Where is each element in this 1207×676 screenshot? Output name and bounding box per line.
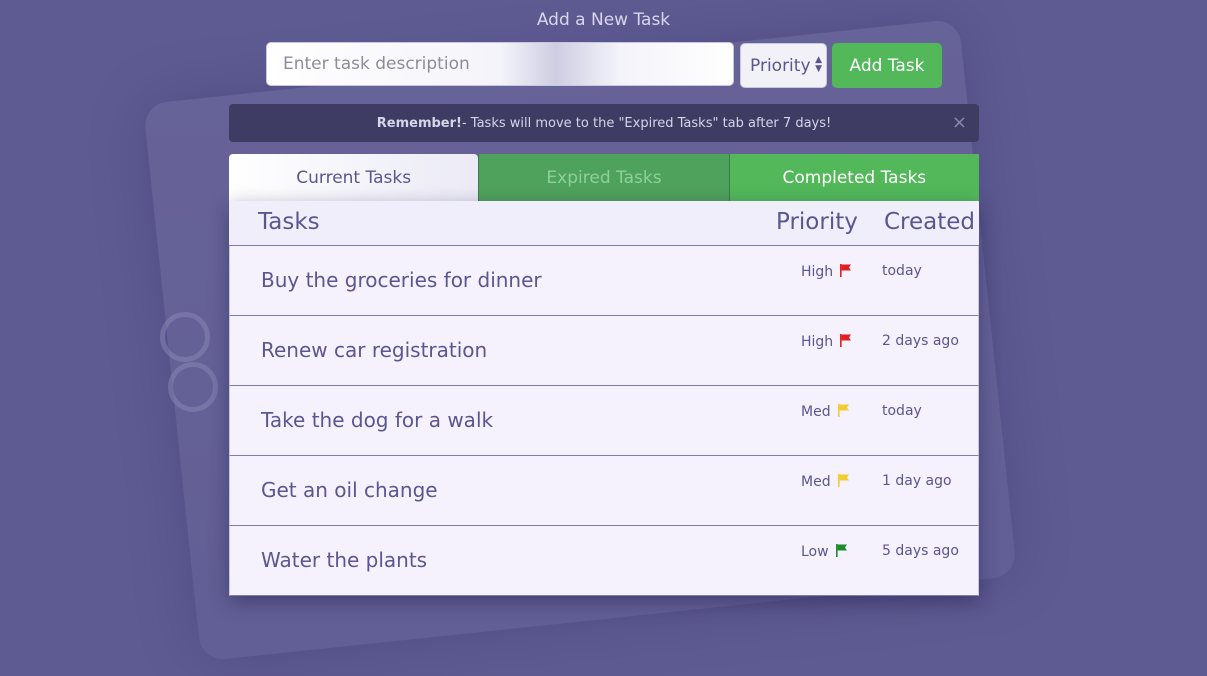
alert-strong-text: Remember! bbox=[376, 115, 462, 131]
table-header: Tasks Priority Created bbox=[229, 201, 979, 246]
flag-icon bbox=[839, 263, 852, 281]
tab-current-tasks[interactable]: Current Tasks bbox=[229, 154, 479, 201]
tab-completed-tasks[interactable]: Completed Tasks bbox=[729, 154, 979, 201]
task-description: Take the dog for a walk bbox=[261, 408, 494, 432]
task-created: 2 days ago bbox=[882, 333, 959, 349]
tab-expired-tasks[interactable]: Expired Tasks bbox=[478, 154, 730, 201]
task-description: Water the plants bbox=[261, 548, 428, 572]
flag-icon bbox=[837, 473, 850, 491]
task-priority: High bbox=[801, 333, 852, 351]
task-table: Tasks Priority Created Buy the groceries… bbox=[229, 201, 979, 596]
task-tabs: Current Tasks Expired Tasks Completed Ta… bbox=[229, 154, 979, 201]
priority-select-label: Priority bbox=[750, 55, 811, 76]
add-task-button[interactable]: Add Task bbox=[832, 43, 942, 88]
task-created: today bbox=[882, 263, 922, 279]
task-created: 5 days ago bbox=[882, 543, 959, 559]
task-priority: Low bbox=[801, 543, 848, 561]
priority-label: Low bbox=[801, 544, 829, 560]
close-icon[interactable]: × bbox=[952, 112, 967, 133]
table-row[interactable]: Take the dog for a walk Med today bbox=[229, 386, 979, 456]
header-tasks: Tasks bbox=[258, 209, 320, 235]
header-priority: Priority bbox=[776, 209, 858, 235]
form-heading: Add a New Task bbox=[536, 10, 671, 30]
header-created: Created bbox=[884, 209, 976, 235]
task-priority: High bbox=[801, 263, 852, 281]
flag-icon bbox=[835, 543, 848, 561]
table-row[interactable]: Water the plants Low 5 days ago bbox=[229, 526, 979, 596]
priority-select[interactable]: Priority ▲ ▼ bbox=[740, 43, 827, 88]
flag-icon bbox=[837, 403, 850, 421]
task-description: Renew car registration bbox=[261, 338, 488, 362]
table-row[interactable]: Get an oil change Med 1 day ago bbox=[229, 456, 979, 526]
select-arrows-icon: ▲ ▼ bbox=[815, 55, 822, 74]
task-description: Get an oil change bbox=[261, 478, 438, 502]
priority-label: Med bbox=[801, 474, 831, 490]
table-row[interactable]: Buy the groceries for dinner High today bbox=[229, 246, 979, 316]
alert-message: - Tasks will move to the "Expired Tasks"… bbox=[461, 115, 832, 131]
task-created: today bbox=[882, 403, 922, 419]
notebook-ring-decoration bbox=[168, 362, 218, 412]
task-description: Buy the groceries for dinner bbox=[261, 268, 542, 292]
task-description-input[interactable] bbox=[266, 42, 734, 86]
priority-label: Med bbox=[801, 404, 831, 420]
table-row[interactable]: Renew car registration High 2 days ago bbox=[229, 316, 979, 386]
notebook-ring-decoration bbox=[160, 312, 210, 362]
task-created: 1 day ago bbox=[882, 473, 952, 489]
task-priority: Med bbox=[801, 473, 850, 491]
task-priority: Med bbox=[801, 403, 850, 421]
reminder-alert: Remember! - Tasks will move to the "Expi… bbox=[229, 104, 979, 142]
priority-label: High bbox=[801, 334, 834, 350]
flag-icon bbox=[839, 333, 852, 351]
priority-label: High bbox=[801, 264, 834, 280]
